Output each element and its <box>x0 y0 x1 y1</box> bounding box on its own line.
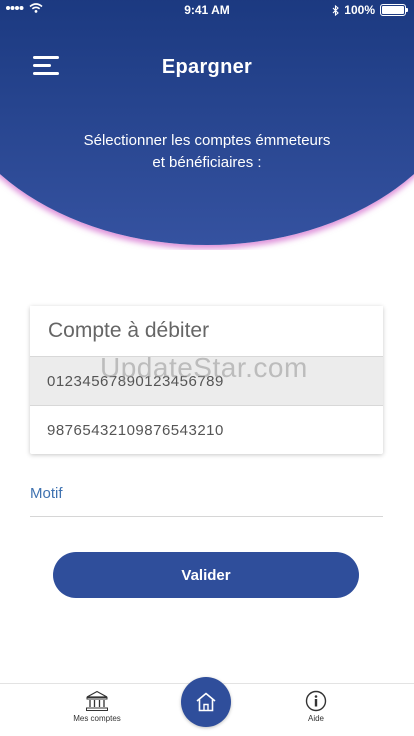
motif-underline <box>30 516 383 517</box>
home-button[interactable] <box>181 677 231 727</box>
debit-account-dropdown[interactable]: Compte à débiter 01234567890123456789 98… <box>30 306 383 454</box>
home-icon <box>196 692 216 712</box>
tab-label-aide: Aide <box>307 714 324 723</box>
header-background <box>0 0 414 245</box>
motif-input[interactable] <box>30 480 383 514</box>
status-bar-right: 100% <box>332 3 408 17</box>
subtitle-line-1: Sélectionner les comptes émmeteurs <box>83 132 331 149</box>
bank-icon <box>86 690 108 711</box>
page-title: Epargner <box>161 56 253 78</box>
subtitle-line-2: et bénéficiaires : <box>152 154 262 171</box>
dropdown-option[interactable]: 01234567890123456789 <box>30 356 383 405</box>
status-bar: 9:41 AM 100% <box>0 0 414 20</box>
tab-aide[interactable]: Aide <box>281 690 351 723</box>
dropdown-placeholder[interactable]: Compte à débiter <box>30 306 383 356</box>
tab-mes-comptes[interactable]: Mes comptes <box>62 690 132 723</box>
header: 9:41 AM 100% Epargner Sélectionner les c… <box>0 0 414 250</box>
page-subtitle: Sélectionner les comptes émmeteurs et bé… <box>40 130 374 174</box>
bluetooth-icon <box>332 4 340 16</box>
tab-label-mes-comptes: Mes comptes <box>73 714 121 723</box>
info-icon <box>305 690 327 712</box>
battery-percent: 100% <box>344 3 375 17</box>
battery-icon <box>380 4 408 16</box>
valider-button[interactable]: Valider <box>53 552 359 598</box>
dropdown-option[interactable]: 98765432109876543210 <box>30 405 383 454</box>
